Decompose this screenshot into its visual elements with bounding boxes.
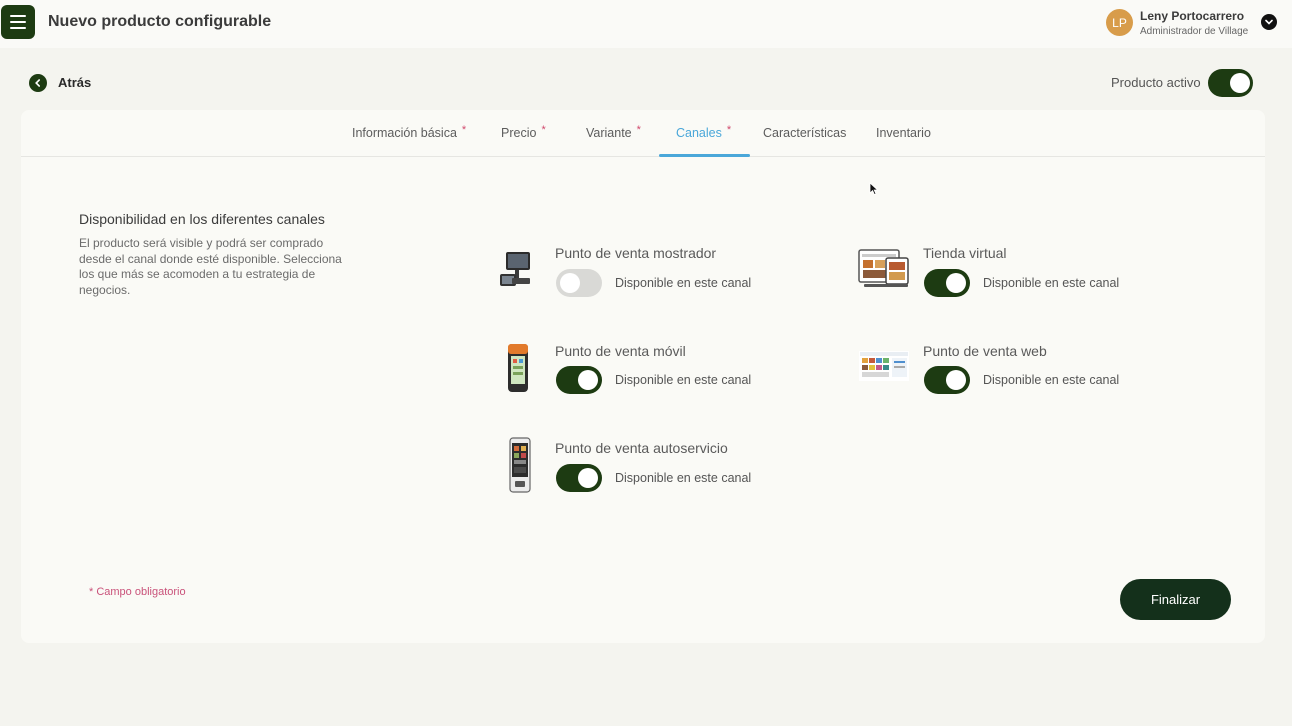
tab-inventario[interactable]: Inventario	[876, 126, 931, 140]
channel-toggle-pos-counter[interactable]	[556, 269, 602, 297]
back-button[interactable]: Atrás	[58, 75, 91, 90]
channel-toggle-self-service[interactable]	[556, 464, 602, 492]
required-field-note: * Campo obligatorio	[89, 586, 186, 598]
channel-name: Tienda virtual	[923, 245, 1007, 261]
channel-name: Punto de venta web	[923, 343, 1047, 359]
user-role: Administrador de Village	[1140, 26, 1249, 37]
mobile-pos-icon	[505, 342, 531, 399]
channel-name: Punto de venta autoservicio	[555, 440, 728, 456]
finish-button[interactable]: Finalizar	[1120, 579, 1231, 620]
section-description: El producto será visible y podrá ser com…	[79, 236, 342, 297]
tab-variante[interactable]: Variante *	[586, 124, 641, 140]
section-title: Disponibilidad en los diferentes canales	[79, 211, 325, 227]
channel-toggle-web-pos[interactable]	[924, 366, 970, 394]
mouse-cursor-icon	[869, 182, 879, 201]
tab-precio[interactable]: Precio *	[501, 124, 546, 140]
channel-availability-label: Disponible en este canal	[615, 373, 752, 387]
product-form-card: Información básica * Precio * Variante * Ca…	[21, 110, 1265, 643]
tab-informacion-basica[interactable]: Información básica *	[352, 124, 466, 140]
channel-availability-label: Disponible en este canal	[983, 276, 1120, 290]
top-bar: Nuevo producto configurable LP Leny Port…	[0, 0, 1292, 48]
avatar[interactable]: LP	[1106, 9, 1133, 36]
channel-name: Punto de venta mostrador	[555, 245, 717, 261]
channel-toggle-mobile-pos[interactable]	[556, 366, 602, 394]
chevron-down-icon[interactable]	[1261, 14, 1277, 30]
channel-availability-label: Disponible en este canal	[615, 276, 752, 290]
product-active-toggle[interactable]	[1208, 69, 1253, 97]
virtual-store-icon	[858, 246, 910, 295]
hamburger-menu-icon[interactable]	[1, 5, 35, 39]
web-pos-icon	[858, 349, 910, 390]
page-title: Nuevo producto configurable	[48, 13, 272, 30]
tab-caracteristicas[interactable]: Características	[763, 126, 846, 140]
tab-canales[interactable]: Canales *	[676, 124, 731, 140]
user-name[interactable]: Leny Portocarrero	[1140, 9, 1244, 23]
channel-availability-label: Disponible en este canal	[615, 471, 752, 485]
tab-bar: Información básica * Precio * Variante * Ca…	[21, 110, 1265, 157]
self-service-kiosk-icon	[507, 437, 533, 500]
back-arrow-icon[interactable]	[29, 74, 47, 92]
channel-availability-label: Disponible en este canal	[983, 373, 1120, 387]
pos-counter-icon	[498, 248, 534, 295]
product-active-label: Producto activo	[1111, 75, 1201, 90]
channel-name: Punto de venta móvil	[555, 343, 686, 359]
channel-toggle-virtual-store[interactable]	[924, 269, 970, 297]
active-tab-indicator	[659, 154, 750, 157]
